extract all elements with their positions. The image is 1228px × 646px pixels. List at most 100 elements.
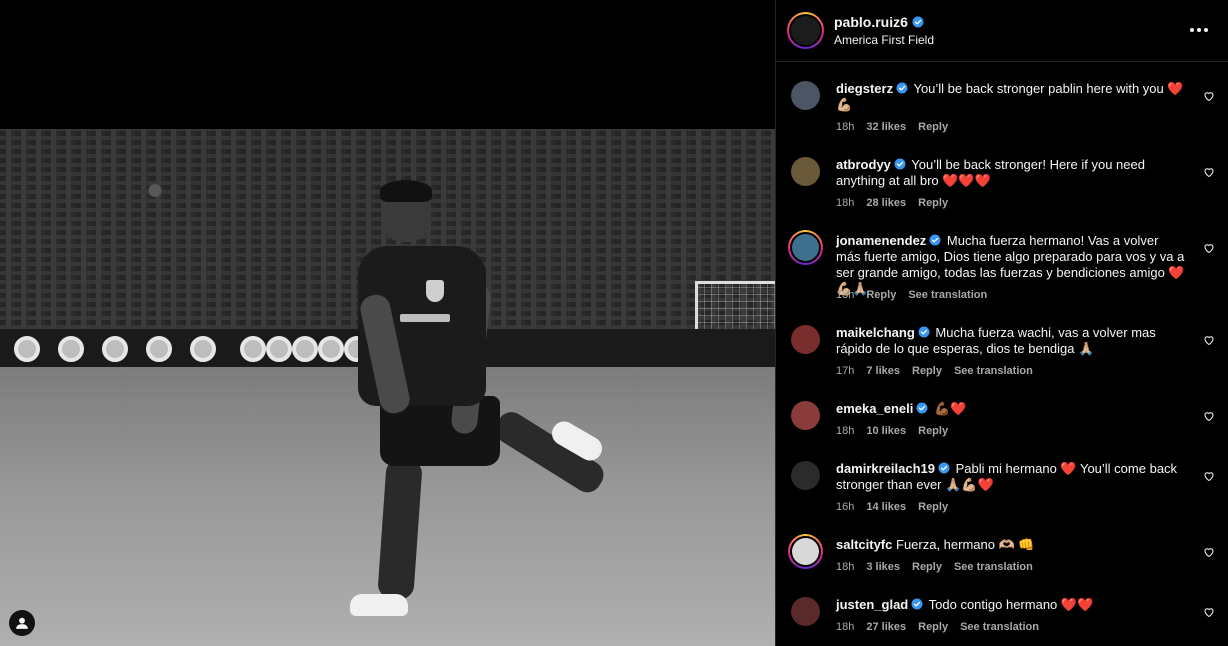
author-avatar[interactable] — [787, 12, 824, 49]
heart-outline-icon[interactable] — [1203, 166, 1215, 178]
reply-button[interactable]: Reply — [912, 561, 942, 573]
see-translation-button[interactable]: See translation — [908, 289, 987, 301]
commenter-username[interactable]: diegsterz — [836, 81, 893, 96]
reply-button[interactable]: Reply — [918, 121, 948, 133]
comment-time[interactable]: 18h — [836, 621, 854, 633]
board-logo — [240, 336, 266, 362]
post-photo[interactable] — [0, 129, 775, 646]
tagged-users-button[interactable] — [9, 610, 35, 636]
comment-likes[interactable]: 32 likes — [866, 121, 906, 133]
comment-text-block: damirkreilach19 Pabli mi hermano ❤️ You’… — [836, 461, 1186, 493]
verified-badge-icon — [938, 462, 950, 474]
comment-text-block: emeka_eneli 💪🏾❤️ — [836, 401, 1186, 417]
board-logo — [102, 336, 128, 362]
verified-badge-icon — [911, 598, 923, 610]
comment-time[interactable]: 18h — [836, 121, 854, 133]
heart-outline-icon[interactable] — [1203, 334, 1215, 346]
commenter-username[interactable]: jonamenendez — [836, 233, 926, 248]
jersey-sponsor — [400, 314, 450, 322]
verified-badge-icon — [896, 82, 908, 94]
comment-meta: 16h 14 likes Reply — [836, 501, 948, 513]
more-options-button[interactable] — [1190, 22, 1210, 38]
comment-likes[interactable]: 14 likes — [866, 501, 906, 513]
post-header: pablo.ruiz6 America First Field — [776, 0, 1228, 62]
verified-badge-icon — [918, 326, 930, 338]
commenter-avatar[interactable] — [791, 325, 820, 354]
comment-time[interactable]: 17h — [836, 365, 854, 377]
player-boot — [350, 594, 408, 616]
comment-meta: 18h 27 likes Reply See translation — [836, 621, 1039, 633]
comment-meta: 17h 7 likes Reply See translation — [836, 365, 1033, 377]
commenter-username[interactable]: damirkreilach19 — [836, 461, 935, 476]
verified-badge-icon — [916, 402, 928, 414]
reply-button[interactable]: Reply — [918, 501, 948, 513]
comment-text-block: diegsterz You’ll be back stronger pablin… — [836, 81, 1186, 113]
commenter-avatar[interactable] — [791, 461, 820, 490]
post-media[interactable] — [0, 0, 775, 646]
commenter-username[interactable]: saltcityfc — [836, 537, 892, 552]
reply-button[interactable]: Reply — [918, 621, 948, 633]
more-horizontal-icon — [1190, 28, 1194, 32]
commenter-username[interactable]: maikelchang — [836, 325, 915, 340]
commenter-username[interactable]: emeka_eneli — [836, 401, 913, 416]
verified-badge-icon — [894, 158, 906, 170]
player-leg — [377, 457, 423, 601]
heart-outline-icon[interactable] — [1203, 546, 1215, 558]
comments-panel: pablo.ruiz6 America First Field diegster… — [775, 0, 1228, 646]
comment-time[interactable]: 13h — [836, 289, 854, 301]
commenter-avatar[interactable] — [791, 157, 820, 186]
reply-button[interactable]: Reply — [866, 289, 896, 301]
board-logo — [266, 336, 292, 362]
commenter-avatar[interactable] — [788, 534, 823, 569]
commenter-avatar[interactable] — [791, 401, 820, 430]
see-translation-button[interactable]: See translation — [960, 621, 1039, 633]
comment-time[interactable]: 16h — [836, 501, 854, 513]
board-logo — [58, 336, 84, 362]
comment-likes[interactable]: 27 likes — [866, 621, 906, 633]
board-logo — [14, 336, 40, 362]
commenter-username[interactable]: justen_glad — [836, 597, 908, 612]
user-tag-icon — [16, 617, 28, 629]
comment-likes[interactable]: 28 likes — [866, 197, 906, 209]
verified-badge-icon — [929, 234, 941, 246]
post-location[interactable]: America First Field — [834, 33, 934, 47]
comment-text-block: atbrodyy You’ll be back stronger! Here i… — [836, 157, 1186, 189]
author-username-row[interactable]: pablo.ruiz6 — [834, 14, 924, 30]
comment-text-block: justen_glad Todo contigo hermano ❤️❤️ — [836, 597, 1186, 613]
see-translation-button[interactable]: See translation — [954, 365, 1033, 377]
comment-text: 💪🏾❤️ — [933, 401, 967, 416]
comment-time[interactable]: 18h — [836, 425, 854, 437]
comment-meta: 18h 10 likes Reply — [836, 425, 948, 437]
comment-time[interactable]: 18h — [836, 561, 854, 573]
player-figure — [340, 180, 620, 634]
reply-button[interactable]: Reply — [912, 365, 942, 377]
comment-likes[interactable]: 3 likes — [866, 561, 900, 573]
commenter-avatar[interactable] — [788, 230, 823, 265]
commenter-avatar[interactable] — [791, 81, 820, 110]
reply-button[interactable]: Reply — [918, 425, 948, 437]
commenter-avatar[interactable] — [791, 597, 820, 626]
comment-text: Fuerza, hermano 🫶🏼 👊 — [896, 537, 1035, 552]
heart-outline-icon[interactable] — [1203, 410, 1215, 422]
commenter-username[interactable]: atbrodyy — [836, 157, 891, 172]
comment-likes[interactable]: 10 likes — [866, 425, 906, 437]
verified-badge-icon — [912, 16, 924, 28]
comment-meta: 13h Reply See translation — [836, 289, 987, 301]
comment-meta: 18h 3 likes Reply See translation — [836, 561, 1033, 573]
comment-meta: 18h 32 likes Reply — [836, 121, 948, 133]
comment-text: Todo contigo hermano ❤️❤️ — [928, 597, 1094, 612]
heart-outline-icon[interactable] — [1203, 242, 1215, 254]
comment-time[interactable]: 18h — [836, 197, 854, 209]
comment-likes[interactable]: 7 likes — [866, 365, 900, 377]
heart-outline-icon[interactable] — [1203, 90, 1215, 102]
comment-text-block: jonamenendez Mucha fuerza hermano! Vas a… — [836, 233, 1186, 297]
club-crest — [426, 280, 444, 302]
board-logo — [190, 336, 216, 362]
see-translation-button[interactable]: See translation — [954, 561, 1033, 573]
heart-outline-icon[interactable] — [1203, 606, 1215, 618]
board-logo — [292, 336, 318, 362]
author-username[interactable]: pablo.ruiz6 — [834, 14, 908, 30]
comment-text-block: saltcityfc Fuerza, hermano 🫶🏼 👊 — [836, 537, 1186, 553]
reply-button[interactable]: Reply — [918, 197, 948, 209]
heart-outline-icon[interactable] — [1203, 470, 1215, 482]
